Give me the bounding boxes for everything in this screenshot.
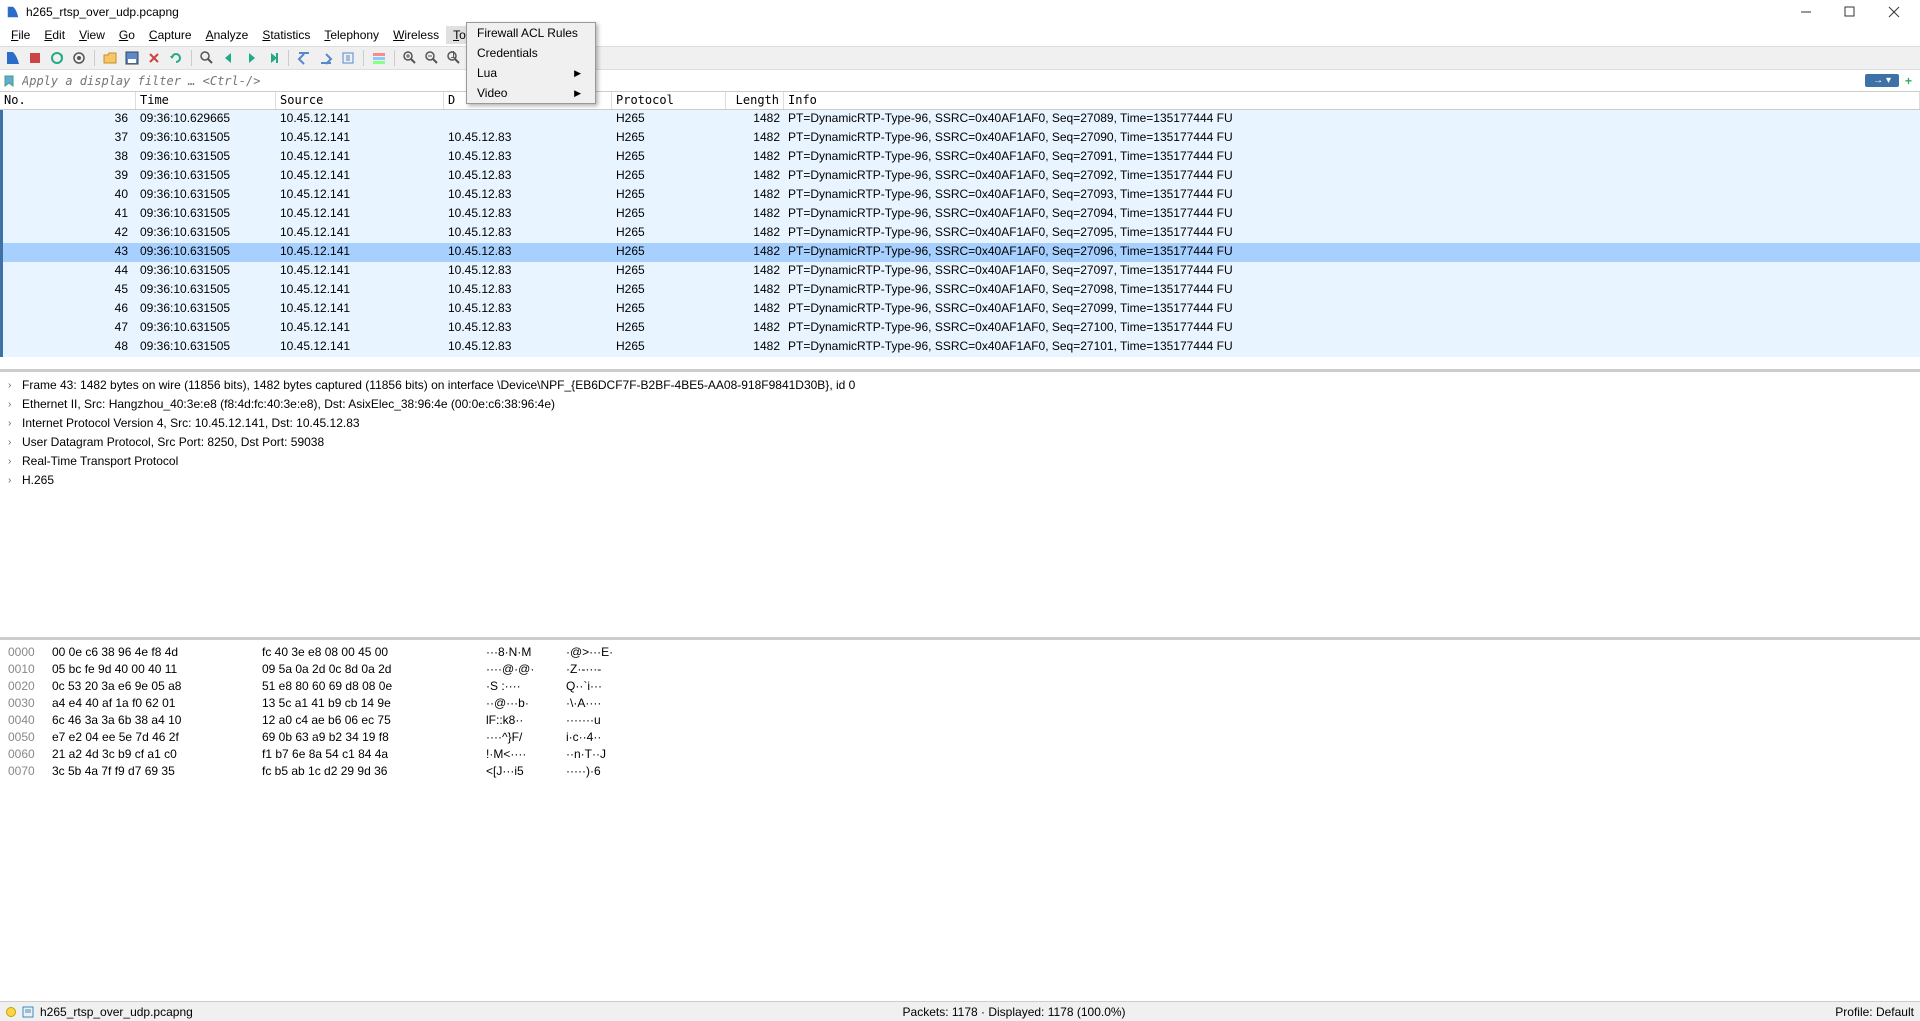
display-filter-input[interactable] [18, 72, 1865, 90]
find-packet-icon[interactable] [198, 49, 216, 67]
menu-edit[interactable]: Edit [37, 26, 72, 44]
close-file-icon[interactable] [145, 49, 163, 67]
toolbar-separator [363, 50, 364, 66]
expert-info-icon[interactable] [6, 1007, 16, 1017]
toolbar-separator [94, 50, 95, 66]
status-profile[interactable]: Profile: Default [1835, 1005, 1914, 1019]
packet-list-header[interactable]: No. Time Source D Protocol Length Info [0, 92, 1920, 110]
packet-row[interactable]: 4509:36:10.63150510.45.12.14110.45.12.83… [0, 281, 1920, 300]
filter-add-button[interactable]: + [1901, 74, 1916, 88]
window-title: h265_rtsp_over_udp.pcapng [26, 5, 179, 19]
packet-row[interactable]: 3609:36:10.62966510.45.12.141H2651482PT=… [0, 110, 1920, 129]
packet-row[interactable]: 3909:36:10.63150510.45.12.14110.45.12.83… [0, 167, 1920, 186]
hex-line[interactable]: 00703c 5b 4a 7f f9 d7 69 35fc b5 ab 1c d… [8, 763, 1912, 780]
auto-scroll-icon[interactable] [339, 49, 357, 67]
save-file-icon[interactable] [123, 49, 141, 67]
zoom-reset-icon[interactable]: 1 [445, 49, 463, 67]
packet-row[interactable]: 4309:36:10.63150510.45.12.14110.45.12.83… [0, 243, 1920, 262]
hex-line[interactable]: 0050e7 e2 04 ee 5e 7d 46 2f69 0b 63 a9 b… [8, 729, 1912, 746]
minimize-button[interactable] [1794, 2, 1818, 22]
menu-go[interactable]: Go [112, 26, 142, 44]
hex-line[interactable]: 000000 0e c6 38 96 4e f8 4dfc 40 3e e8 0… [8, 644, 1912, 661]
packet-bytes-pane[interactable]: 000000 0e c6 38 96 4e f8 4dfc 40 3e e8 0… [0, 640, 1920, 1001]
packet-row[interactable]: 4409:36:10.63150510.45.12.14110.45.12.83… [0, 262, 1920, 281]
packet-row[interactable]: 4109:36:10.63150510.45.12.14110.45.12.83… [0, 205, 1920, 224]
toolbar-separator [394, 50, 395, 66]
filter-apply-button[interactable]: → ▾ [1865, 74, 1899, 87]
packet-details-pane[interactable]: ›Frame 43: 1482 bytes on wire (11856 bit… [0, 372, 1920, 640]
hex-line[interactable]: 00200c 53 20 3a e6 9e 05 a851 e8 80 60 6… [8, 678, 1912, 695]
restart-capture-icon[interactable] [48, 49, 66, 67]
packet-rows[interactable]: 3609:36:10.62966510.45.12.141H2651482PT=… [0, 110, 1920, 368]
go-forward-icon[interactable] [242, 49, 260, 67]
detail-tree-item[interactable]: ›User Datagram Protocol, Src Port: 8250,… [8, 433, 1912, 452]
menu-view[interactable]: View [72, 26, 112, 44]
column-source[interactable]: Source [276, 92, 444, 109]
tools-menu-video[interactable]: Video▶ [467, 83, 595, 103]
go-to-packet-icon[interactable] [264, 49, 282, 67]
maximize-button[interactable] [1838, 2, 1862, 22]
filter-bookmark-icon[interactable] [0, 72, 18, 90]
go-back-icon[interactable] [220, 49, 238, 67]
capture-file-props-icon[interactable] [22, 1006, 34, 1018]
detail-tree-item[interactable]: ›Real-Time Transport Protocol [8, 452, 1912, 471]
tools-dropdown: Firewall ACL RulesCredentialsLua▶Video▶ [466, 22, 596, 104]
packet-row[interactable]: 4209:36:10.63150510.45.12.14110.45.12.83… [0, 224, 1920, 243]
svg-text:1: 1 [450, 51, 457, 61]
packet-row[interactable]: 4809:36:10.63150510.45.12.14110.45.12.83… [0, 338, 1920, 357]
titlebar: h265_rtsp_over_udp.pcapng [0, 0, 1920, 24]
hex-line[interactable]: 006021 a2 4d 3c b9 cf a1 c0f1 b7 6e 8a 5… [8, 746, 1912, 763]
display-filter-bar: → ▾ + [0, 70, 1920, 92]
toolbar-separator [288, 50, 289, 66]
menu-capture[interactable]: Capture [142, 26, 199, 44]
menu-statistics[interactable]: Statistics [255, 26, 317, 44]
capture-options-icon[interactable] [70, 49, 88, 67]
status-file: h265_rtsp_over_udp.pcapng [40, 1005, 193, 1019]
packet-row[interactable]: 4009:36:10.63150510.45.12.14110.45.12.83… [0, 186, 1920, 205]
hex-line[interactable]: 001005 bc fe 9d 40 00 40 1109 5a 0a 2d 0… [8, 661, 1912, 678]
start-capture-icon[interactable] [4, 49, 22, 67]
reload-icon[interactable] [167, 49, 185, 67]
packet-row[interactable]: 4709:36:10.63150510.45.12.14110.45.12.83… [0, 319, 1920, 338]
menu-wireless[interactable]: Wireless [386, 26, 446, 44]
wireshark-fin-icon [6, 5, 20, 19]
stop-capture-icon[interactable] [26, 49, 44, 67]
zoom-out-icon[interactable] [423, 49, 441, 67]
column-length[interactable]: Length [726, 92, 784, 109]
column-info[interactable]: Info [784, 92, 1920, 109]
hex-line[interactable]: 0030a4 e4 40 af 1a f0 62 0113 5c a1 41 b… [8, 695, 1912, 712]
column-protocol[interactable]: Protocol [612, 92, 726, 109]
menubar: FileEditViewGoCaptureAnalyzeStatisticsTe… [0, 24, 1920, 46]
hex-line[interactable]: 00406c 46 3a 3a 6b 38 a4 1012 a0 c4 ae b… [8, 712, 1912, 729]
toolbar-separator [191, 50, 192, 66]
packet-row[interactable]: 4609:36:10.63150510.45.12.14110.45.12.83… [0, 300, 1920, 319]
tools-menu-lua[interactable]: Lua▶ [467, 63, 595, 83]
go-last-icon[interactable] [317, 49, 335, 67]
zoom-in-icon[interactable] [401, 49, 419, 67]
detail-tree-item[interactable]: ›Internet Protocol Version 4, Src: 10.45… [8, 414, 1912, 433]
menu-analyze[interactable]: Analyze [199, 26, 256, 44]
packet-row[interactable]: 3709:36:10.63150510.45.12.14110.45.12.83… [0, 129, 1920, 148]
column-no[interactable]: No. [0, 92, 136, 109]
packet-row[interactable]: 3809:36:10.63150510.45.12.14110.45.12.83… [0, 148, 1920, 167]
colorize-icon[interactable] [370, 49, 388, 67]
go-first-icon[interactable] [295, 49, 313, 67]
menu-file[interactable]: File [4, 26, 37, 44]
tools-menu-credentials[interactable]: Credentials [467, 43, 595, 63]
main-toolbar: 1 [0, 46, 1920, 70]
tools-menu-firewall-acl-rules[interactable]: Firewall ACL Rules [467, 23, 595, 43]
column-time[interactable]: Time [136, 92, 276, 109]
detail-tree-item[interactable]: ›H.265 [8, 471, 1912, 490]
detail-tree-item[interactable]: ›Frame 43: 1482 bytes on wire (11856 bit… [8, 376, 1912, 395]
statusbar: h265_rtsp_over_udp.pcapng Packets: 1178 … [0, 1001, 1920, 1021]
close-button[interactable] [1882, 2, 1906, 22]
status-packets: Packets: 1178 · Displayed: 1178 (100.0%) [903, 1005, 1126, 1019]
open-file-icon[interactable] [101, 49, 119, 67]
menu-telephony[interactable]: Telephony [317, 26, 386, 44]
detail-tree-item[interactable]: ›Ethernet II, Src: Hangzhou_40:3e:e8 (f8… [8, 395, 1912, 414]
packet-list-pane: No. Time Source D Protocol Length Info 3… [0, 92, 1920, 372]
